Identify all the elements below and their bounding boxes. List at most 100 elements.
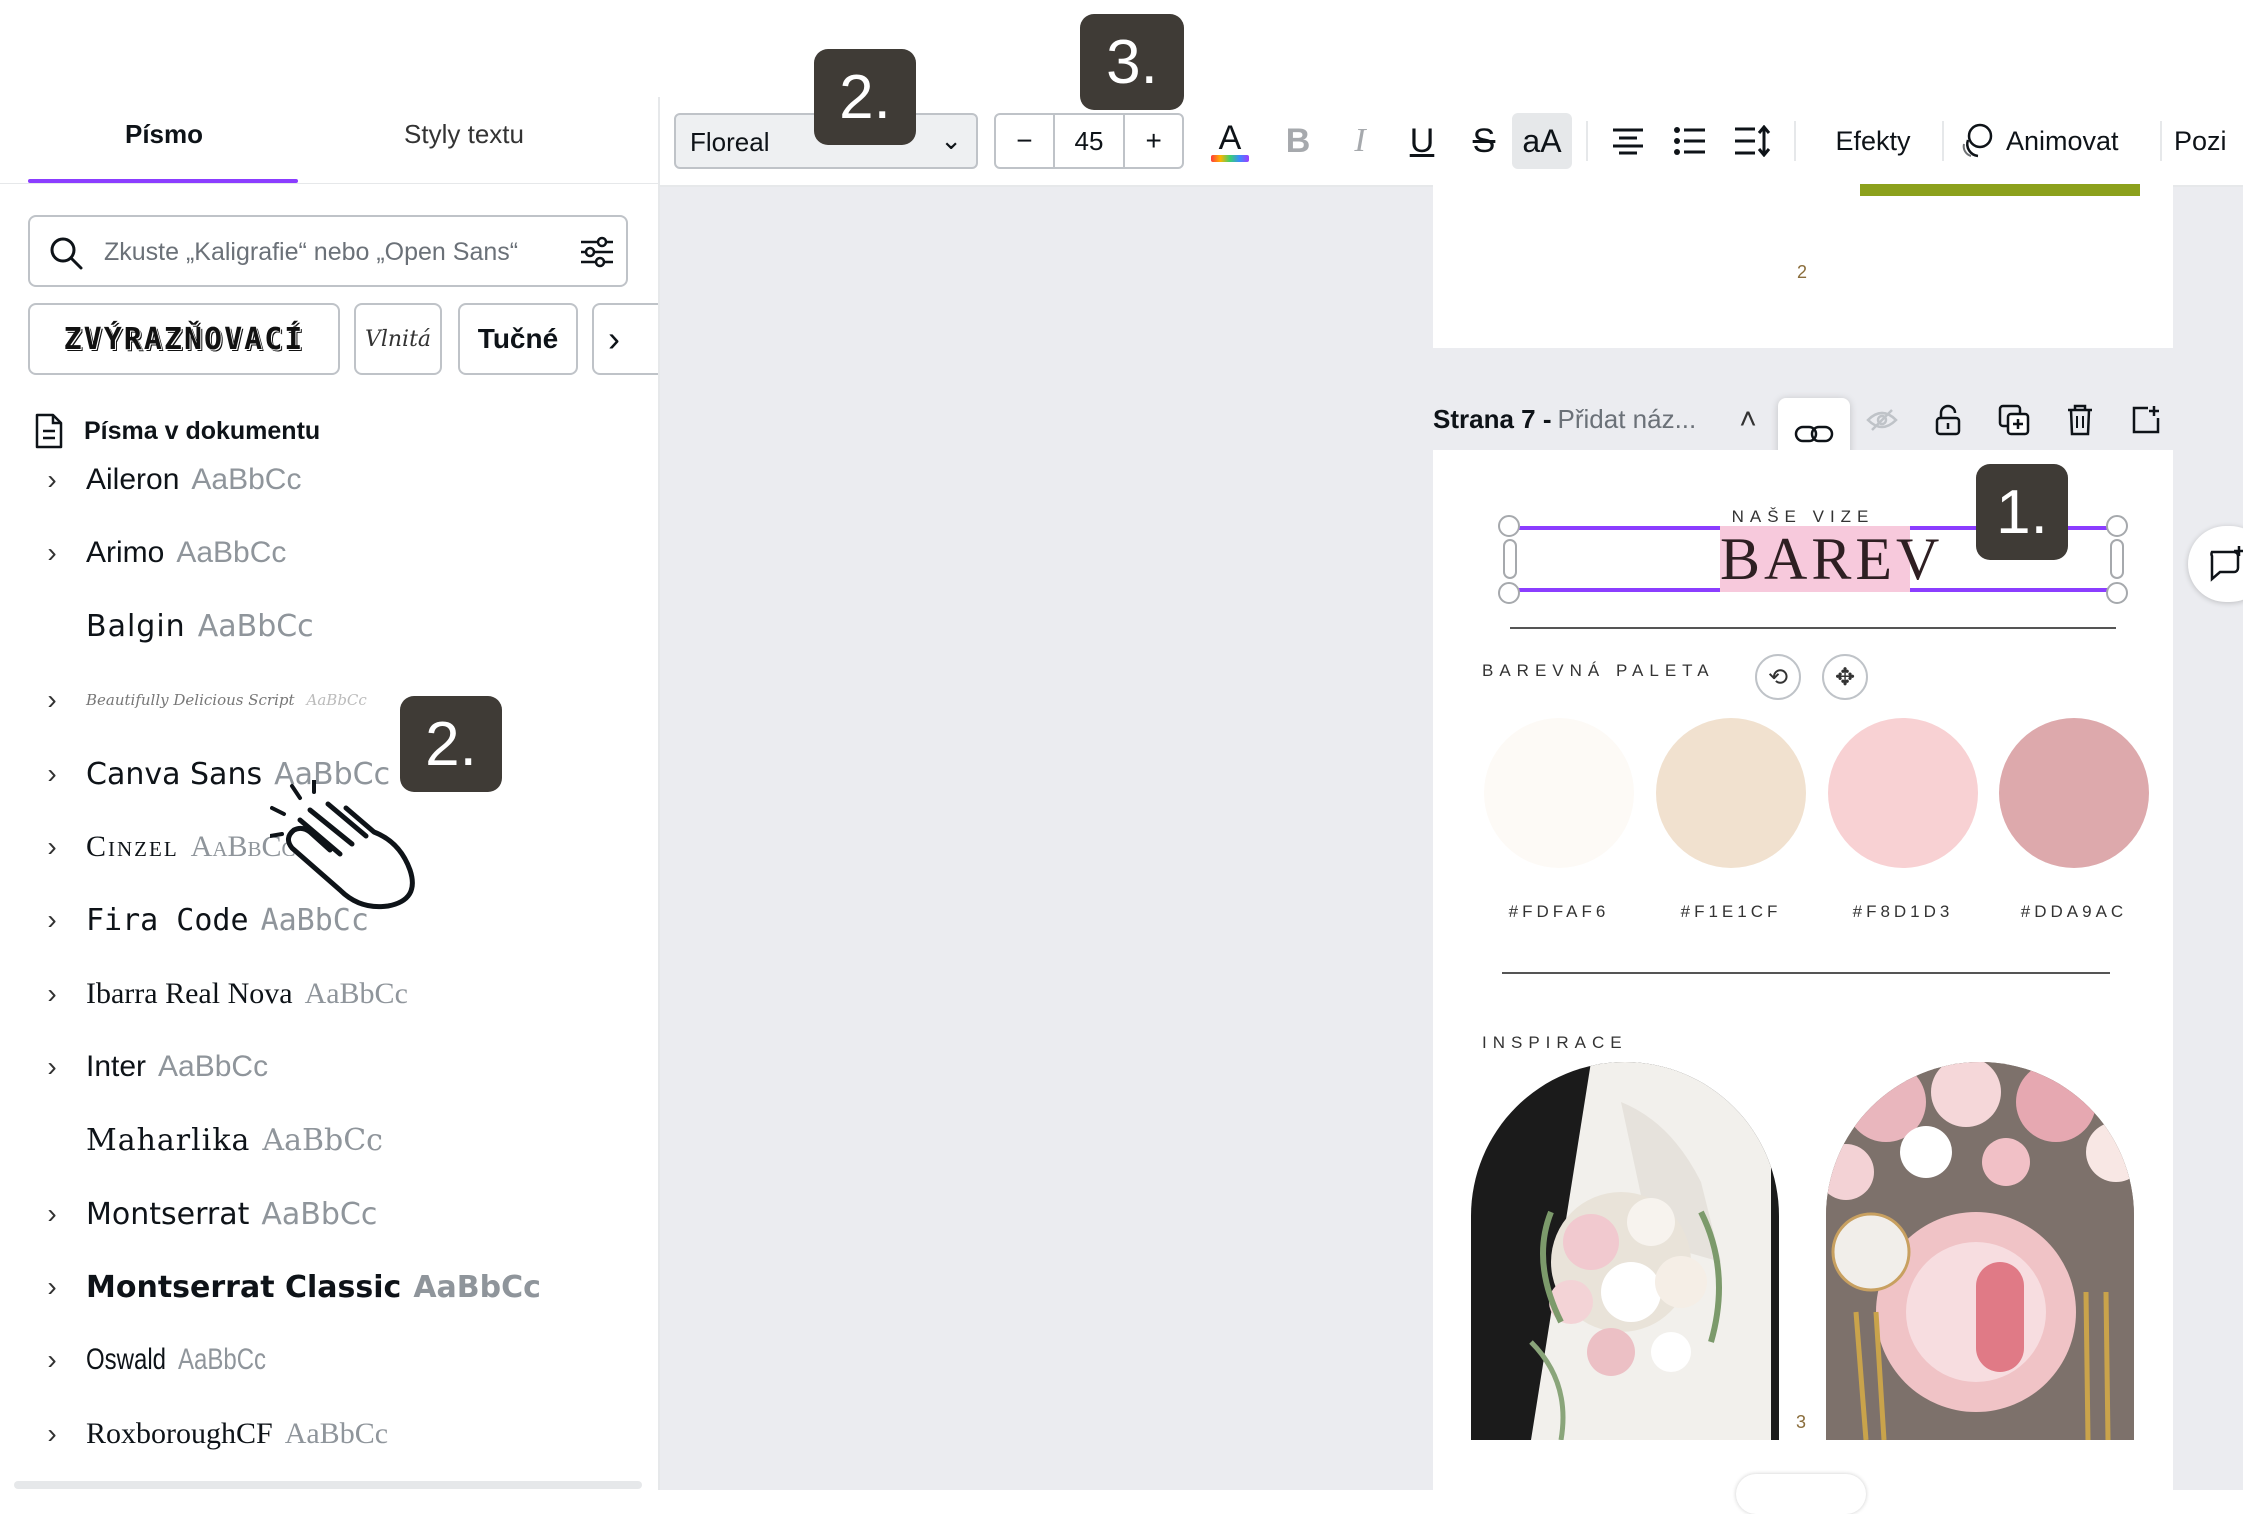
page-6-green-bar	[1860, 184, 2140, 196]
swatch-label[interactable]: #F1E1CF	[1646, 902, 1816, 922]
text-color-button[interactable]: A	[1200, 113, 1260, 169]
animate-label: Animovat	[2006, 125, 2119, 156]
swatch-label[interactable]: #F8D1D3	[1818, 902, 1988, 922]
add-page-icon	[2132, 406, 2160, 434]
font-search-box	[28, 215, 628, 287]
font-name: Balgin	[86, 608, 186, 644]
page-number: 2	[1797, 262, 1808, 282]
swatch-label[interactable]: #DDA9AC	[1989, 902, 2159, 922]
chevron-right-icon: ›	[608, 318, 620, 359]
align-center-button[interactable]	[1600, 113, 1656, 169]
page-heading-text[interactable]: BAREV	[1720, 526, 1939, 592]
delete-page-button[interactable]	[2060, 400, 2100, 440]
side-handle[interactable]	[2110, 539, 2124, 579]
font-sample: AaBbCc	[197, 608, 314, 644]
step-badge-2: 2.	[814, 49, 916, 145]
lock-page-button[interactable]	[1928, 400, 1968, 440]
color-swatch[interactable]	[1484, 718, 1634, 868]
scroll-indicator[interactable]	[1736, 1474, 1866, 1514]
font-row-aileron[interactable]: › Aileron AaBbCc	[0, 450, 658, 510]
tab-text-styles[interactable]: Styly textu	[314, 119, 614, 150]
chip-bold-fonts[interactable]: Tučné	[458, 303, 578, 375]
font-row-montserrat-classic[interactable]: › Montserrat Classic AaBbCc	[0, 1257, 658, 1317]
font-row-ibarra-real-nova[interactable]: › Ibarra Real Nova AaBbCc	[0, 964, 658, 1024]
inspiration-heading[interactable]: INSPIRACE	[1482, 1033, 1628, 1053]
font-row-oswald[interactable]: › Oswald AaBbCc	[0, 1330, 658, 1390]
color-swatch[interactable]	[1656, 718, 1806, 868]
page-title-input[interactable]: Přidat náz...	[1558, 404, 1697, 435]
chevron-right-icon[interactable]: ›	[26, 1271, 78, 1303]
italic-button[interactable]: I	[1332, 113, 1388, 169]
toolbar-divider	[1794, 121, 1796, 161]
panel-scrollbar[interactable]	[14, 1481, 642, 1489]
chevron-right-icon[interactable]: ›	[26, 1198, 78, 1230]
chevron-right-icon[interactable]: ›	[26, 1344, 78, 1376]
font-row-inter[interactable]: › Inter AaBbCc	[0, 1037, 658, 1097]
chevron-right-icon[interactable]: ›	[26, 537, 78, 569]
font-row-balgin[interactable]: Balgin AaBbCc	[0, 596, 658, 656]
filter-sliders-icon[interactable]	[578, 233, 616, 271]
move-button[interactable]: ✥	[1822, 654, 1868, 700]
font-size-stepper: − 45 +	[994, 113, 1184, 169]
font-row-arimo[interactable]: › Arimo AaBbCc	[0, 523, 658, 583]
spacing-button[interactable]	[1724, 113, 1780, 169]
bold-button[interactable]: B	[1270, 113, 1326, 169]
font-sample: AaBbCc	[306, 691, 367, 709]
side-handle[interactable]	[1503, 539, 1517, 579]
link-icon	[1794, 425, 1834, 443]
tab-font[interactable]: Písmo	[14, 119, 314, 150]
resize-handle[interactable]	[2106, 582, 2128, 604]
chevron-right-icon[interactable]: ›	[26, 684, 78, 716]
resize-handle[interactable]	[2106, 515, 2128, 537]
bouquet-image	[1529, 1062, 1771, 1440]
chevron-right-icon[interactable]: ›	[26, 831, 78, 863]
chevron-right-icon[interactable]: ›	[26, 1051, 78, 1083]
increase-size-button[interactable]: +	[1125, 115, 1182, 167]
underline-button[interactable]: U	[1394, 113, 1450, 169]
rotate-button[interactable]: ⟲	[1755, 654, 1801, 700]
font-row-montserrat[interactable]: › Montserrat AaBbCc	[0, 1184, 658, 1244]
chevron-right-icon[interactable]: ›	[26, 464, 78, 496]
chip-scroll-right-button[interactable]: ›	[592, 303, 658, 375]
list-button[interactable]	[1662, 113, 1718, 169]
swatch-label[interactable]: #FDFAF6	[1474, 902, 1644, 922]
strikethrough-button[interactable]: S	[1456, 113, 1512, 169]
tab-divider	[0, 183, 658, 184]
font-name: Aileron	[86, 463, 180, 496]
resize-handle[interactable]	[1498, 515, 1520, 537]
bride-bouquet-photo[interactable]	[1471, 1062, 1779, 1440]
color-swatch[interactable]	[1828, 718, 1978, 868]
collapse-page-button[interactable]: ˄	[1728, 400, 1768, 440]
chevron-right-icon[interactable]: ›	[26, 904, 78, 936]
chevron-right-icon[interactable]: ›	[26, 978, 78, 1010]
toolbar-divider	[2160, 121, 2162, 161]
chevron-right-icon[interactable]: ›	[26, 1418, 78, 1450]
hide-page-button[interactable]	[1862, 400, 1902, 440]
table-setting-photo[interactable]	[1826, 1062, 2134, 1440]
font-sample: AaBbCc	[261, 1196, 378, 1232]
divider-line	[1502, 972, 2110, 974]
add-page-button[interactable]	[2126, 400, 2166, 440]
chevron-right-icon[interactable]: ›	[26, 758, 78, 790]
animate-button[interactable]: Animovat	[1958, 113, 2148, 169]
duplicate-page-button[interactable]	[1994, 400, 2034, 440]
font-row-script[interactable]: › Beautifully Delicious Script AaBbCc	[0, 670, 658, 730]
font-size-input[interactable]: 45	[1052, 115, 1126, 167]
letter-case-button[interactable]: aA	[1512, 113, 1572, 169]
font-search-input[interactable]	[102, 229, 586, 275]
table-setting-image	[1826, 1062, 2134, 1440]
effects-button[interactable]: Efekty	[1810, 113, 1936, 169]
chip-wavy-fonts[interactable]: Vlnitá	[354, 303, 442, 375]
font-row-maharlika[interactable]: Maharlika AaBbCc	[0, 1110, 658, 1170]
decrease-size-button[interactable]: −	[996, 115, 1053, 167]
resize-handle[interactable]	[1498, 582, 1520, 604]
chip-highlight-fonts[interactable]: ZVÝRAZŇOVACÍ	[28, 303, 340, 375]
duplicate-icon	[1998, 404, 2030, 436]
position-button[interactable]: Pozi	[2174, 113, 2243, 169]
font-name: Ibarra Real Nova	[86, 977, 293, 1010]
palette-heading[interactable]: BAREVNÁ PALETA	[1482, 661, 1715, 681]
font-name: Maharlika	[86, 1122, 251, 1158]
color-swatch[interactable]	[1999, 718, 2149, 868]
font-row-roxborough[interactable]: › RoxboroughCF AaBbCc	[0, 1404, 658, 1464]
step-badge-2b: 2.	[400, 696, 502, 792]
